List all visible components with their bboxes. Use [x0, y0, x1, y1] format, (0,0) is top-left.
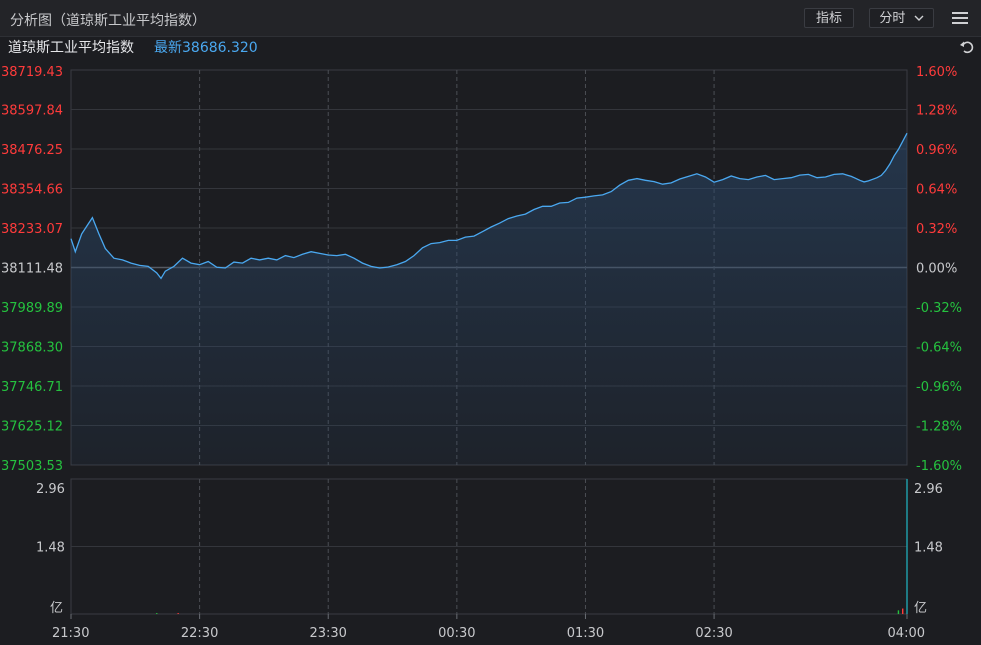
y-tick-right: -1.28% [916, 420, 962, 435]
x-tick-label: 01:30 [567, 626, 604, 641]
volume-unit-right: 亿 [914, 601, 927, 616]
y-tick-left: 38233.07 [1, 222, 63, 237]
y-tick-right: -0.96% [916, 380, 962, 395]
y-tick-right: 0.64% [916, 183, 957, 198]
x-tick-label: 23:30 [309, 626, 346, 641]
y-tick-left: 38476.25 [1, 143, 63, 158]
price-area [71, 133, 907, 465]
y-tick-left: 38719.43 [1, 65, 63, 80]
y-tick-left: 37503.53 [1, 459, 63, 474]
y-tick-left: 38597.84 [1, 104, 63, 119]
y-tick-left: 38111.48 [1, 262, 63, 277]
y-tick-right: 1.60% [916, 65, 957, 80]
chart-canvas: 38719.43 1.60% 38597.84 1.28% 38476.25 0.96% 3… [1, 65, 962, 641]
y-tick-left: 38354.66 [1, 183, 63, 198]
volume-tick-right: 2.96 [914, 482, 943, 497]
x-tick-label: 04:00 [888, 626, 925, 641]
volume-tick-left: 2.96 [36, 482, 65, 497]
y-tick-left: 37746.71 [1, 380, 63, 395]
y-tick-right: -0.64% [916, 341, 962, 356]
y-tick-right: -1.60% [916, 459, 962, 474]
x-tick-label: 02:30 [695, 626, 732, 641]
y-tick-right: 0.32% [916, 222, 957, 237]
y-tick-left: 37625.12 [1, 420, 63, 435]
y-tick-right: -0.32% [916, 301, 962, 316]
y-tick-left: 37989.89 [1, 301, 63, 316]
y-tick-left: 37868.30 [1, 341, 63, 356]
y-tick-right: 0.00% [916, 262, 957, 277]
y-tick-right: 0.96% [916, 143, 957, 158]
volume-tick-left: 1.48 [36, 541, 65, 556]
x-tick-label: 21:30 [52, 626, 89, 641]
x-tick-label: 00:30 [438, 626, 475, 641]
x-tick-label: 22:30 [181, 626, 218, 641]
volume-tick-right: 1.48 [914, 541, 943, 556]
volume-unit-left: 亿 [50, 601, 63, 616]
y-tick-right: 1.28% [916, 104, 957, 119]
